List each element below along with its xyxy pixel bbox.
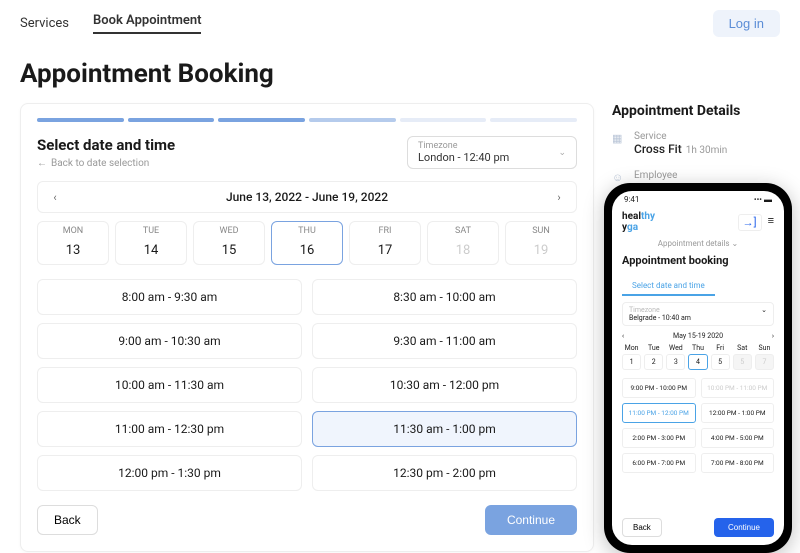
- time-slot[interactable]: 12:30 pm - 2:00 pm: [312, 455, 577, 491]
- day-cell: SUN19: [505, 221, 577, 265]
- login-button[interactable]: Log in: [713, 10, 780, 37]
- phone-slot[interactable]: 11:00 PM - 12:00 PM: [622, 403, 696, 423]
- arrow-left-icon: ←: [37, 158, 47, 169]
- chevron-down-icon: ⌄: [732, 239, 739, 248]
- phone-timezone[interactable]: TimezoneBelgrade - 10:40 am⌄: [622, 302, 774, 326]
- time-slot[interactable]: 8:00 am - 9:30 am: [37, 279, 302, 315]
- time-slot[interactable]: 9:30 am - 11:00 am: [312, 323, 577, 359]
- nav-book[interactable]: Book Appointment: [93, 13, 201, 34]
- phone-prev[interactable]: ‹: [622, 332, 624, 340]
- phone-day[interactable]: Tue2: [644, 344, 663, 370]
- timezone-select[interactable]: TimezoneLondon - 12:40 pm ⌄: [407, 136, 577, 169]
- week-next-button[interactable]: ›: [552, 191, 566, 204]
- phone-continue-button[interactable]: Continue: [714, 518, 774, 537]
- phone-title: Appointment booking: [612, 250, 784, 273]
- top-nav: Services Book Appointment Log in: [0, 0, 800, 45]
- time-slot[interactable]: 8:30 am - 10:00 am: [312, 279, 577, 315]
- week-range: June 13, 2022 - June 19, 2022: [226, 190, 388, 204]
- day-cell[interactable]: WED15: [193, 221, 265, 265]
- phone-slot[interactable]: 7:00 PM - 8:00 PM: [701, 453, 775, 473]
- section-title: Select date and time: [37, 136, 175, 154]
- service-icon: ▦: [612, 132, 626, 146]
- phone-next[interactable]: ›: [772, 332, 774, 340]
- phone-login-icon[interactable]: →]: [738, 214, 762, 231]
- phone-back-button[interactable]: Back: [622, 518, 662, 537]
- phone-day: Sun7: [755, 344, 774, 370]
- details-title: Appointment Details: [612, 103, 780, 119]
- continue-button[interactable]: Continue: [485, 505, 577, 535]
- page-title: Appointment Booking: [20, 59, 780, 89]
- week-navigator: ‹ June 13, 2022 - June 19, 2022 ›: [37, 181, 577, 213]
- phone-preview: 9:41••• ▬ healthyyga →]≡ Appointment det…: [604, 183, 792, 553]
- phone-slot[interactable]: 9:00 PM - 10:00 PM: [622, 378, 696, 398]
- time-slot[interactable]: 11:00 am - 12:30 pm: [37, 411, 302, 447]
- phone-day[interactable]: Thu4: [688, 344, 707, 370]
- phone-slot[interactable]: 4:00 PM - 5:00 PM: [701, 428, 775, 448]
- week-prev-button[interactable]: ‹: [48, 191, 62, 204]
- time-slot[interactable]: 10:00 am - 11:30 am: [37, 367, 302, 403]
- phone-slot[interactable]: 10:00 PM - 11:00 PM: [701, 378, 775, 398]
- phone-slot[interactable]: 6:00 PM - 7:00 PM: [622, 453, 696, 473]
- day-cell: SAT18: [427, 221, 499, 265]
- days-row: MON13TUE14WED15THU16FRI17SAT18SUN19: [37, 221, 577, 265]
- phone-day[interactable]: Wed3: [666, 344, 685, 370]
- phone-slot[interactable]: 12:00 PM - 1:00 PM: [701, 403, 775, 423]
- slots-column-left: 8:00 am - 9:30 am 9:00 am - 10:30 am 10:00…: [37, 279, 302, 491]
- phone-day: Sat5: [733, 344, 752, 370]
- time-slot[interactable]: 11:30 am - 1:00 pm: [312, 411, 577, 447]
- back-button[interactable]: Back: [37, 505, 98, 535]
- day-cell[interactable]: TUE14: [115, 221, 187, 265]
- progress-steps: [37, 118, 577, 122]
- phone-day[interactable]: Fri5: [711, 344, 730, 370]
- hamburger-icon[interactable]: ≡: [768, 214, 774, 231]
- slots-column-right: 8:30 am - 10:00 am 9:30 am - 11:00 am 10:3…: [312, 279, 577, 491]
- phone-tab[interactable]: Select date and time: [622, 281, 715, 296]
- time-slot[interactable]: 12:00 pm - 1:30 pm: [37, 455, 302, 491]
- day-cell[interactable]: THU16: [271, 221, 343, 265]
- back-date-selection[interactable]: ←Back to date selection: [37, 158, 175, 169]
- phone-logo: healthyyga: [622, 211, 655, 233]
- time-slot[interactable]: 10:30 am - 12:00 pm: [312, 367, 577, 403]
- time-slot[interactable]: 9:00 am - 10:30 am: [37, 323, 302, 359]
- booking-panel: Select date and time ←Back to date selec…: [20, 103, 594, 552]
- phone-day[interactable]: Mon1: [622, 344, 641, 370]
- signal-icon: ••• ▬: [754, 195, 772, 204]
- nav-services[interactable]: Services: [20, 16, 69, 31]
- chevron-down-icon: ⌄: [558, 148, 566, 158]
- day-cell[interactable]: FRI17: [349, 221, 421, 265]
- phone-slot[interactable]: 2:00 PM - 3:00 PM: [622, 428, 696, 448]
- day-cell[interactable]: MON13: [37, 221, 109, 265]
